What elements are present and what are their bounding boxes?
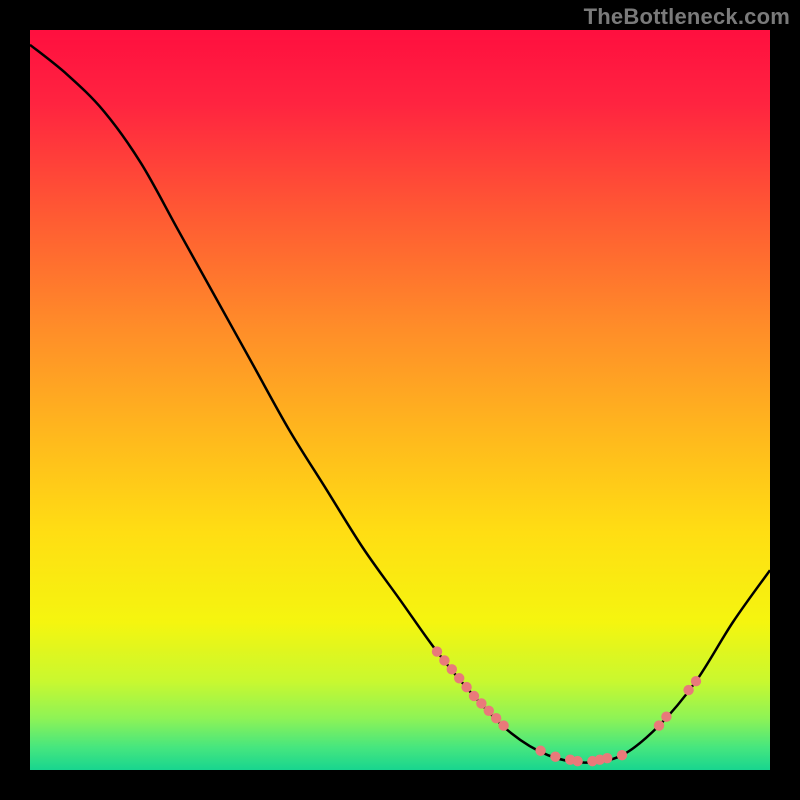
data-point	[461, 682, 471, 692]
data-point	[602, 753, 612, 763]
chart-plot-area	[30, 30, 770, 770]
data-point	[476, 698, 486, 708]
data-point	[469, 691, 479, 701]
chart-container: TheBottleneck.com	[0, 0, 800, 800]
data-point	[654, 720, 664, 730]
data-point	[439, 655, 449, 665]
data-point	[550, 751, 560, 761]
data-point	[454, 673, 464, 683]
data-point	[572, 756, 582, 766]
chart-background	[30, 30, 770, 770]
data-point	[617, 750, 627, 760]
data-point	[491, 713, 501, 723]
data-point	[432, 646, 442, 656]
chart-svg	[30, 30, 770, 770]
data-point	[447, 664, 457, 674]
data-point	[661, 712, 671, 722]
watermark-text: TheBottleneck.com	[584, 4, 790, 30]
data-point	[691, 676, 701, 686]
data-point	[535, 746, 545, 756]
data-point	[683, 685, 693, 695]
data-point	[484, 706, 494, 716]
data-point	[498, 720, 508, 730]
